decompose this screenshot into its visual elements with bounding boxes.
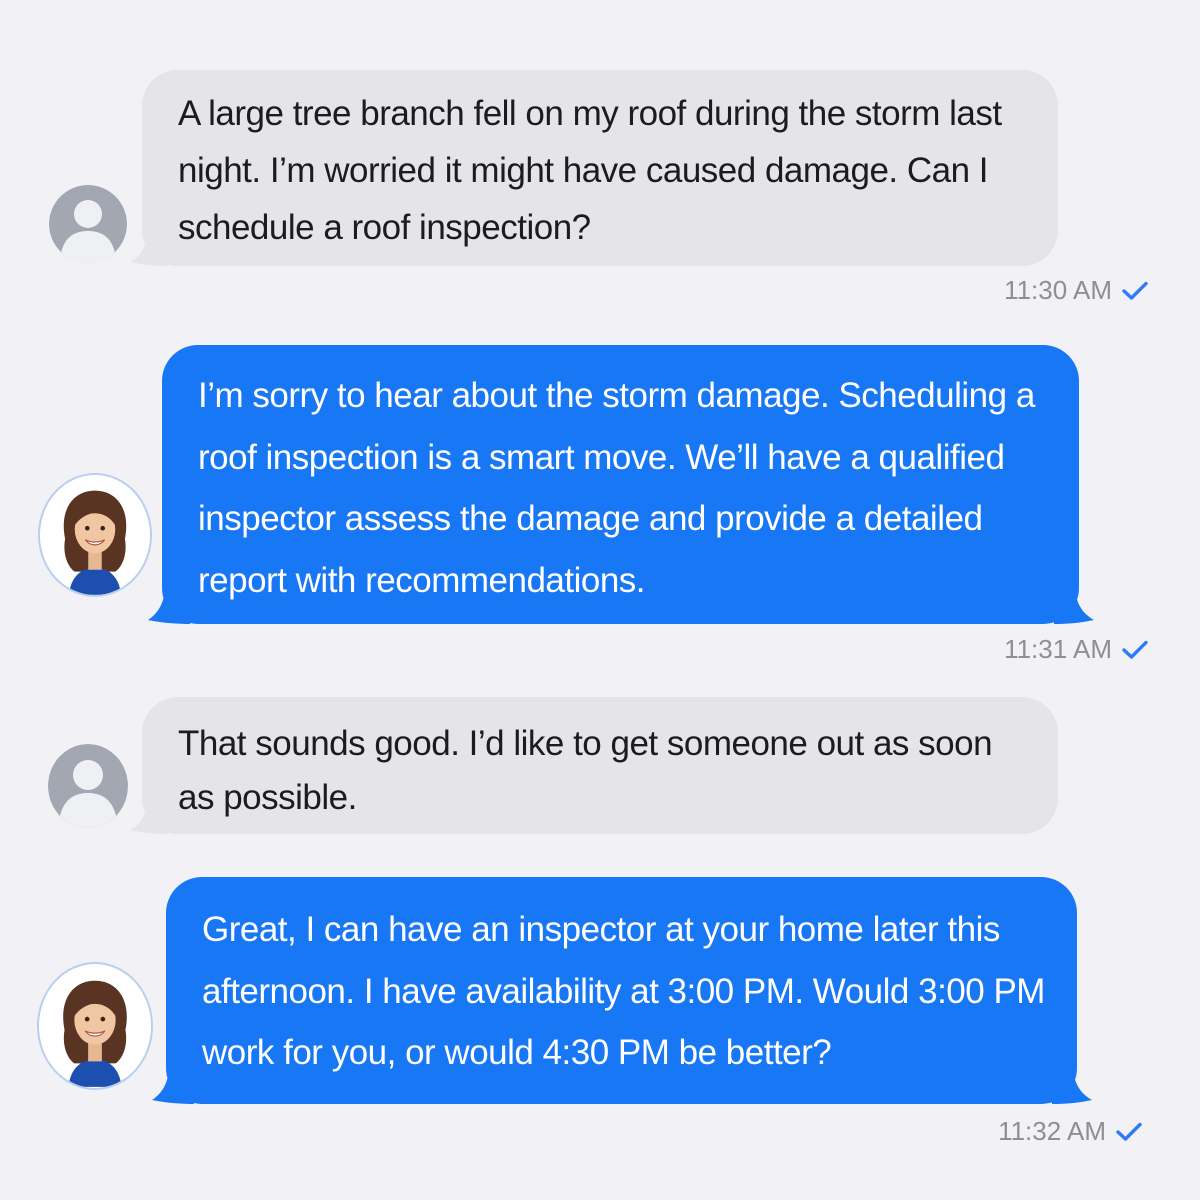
agent-photo-icon[interactable] (37, 962, 153, 1090)
message-timestamp: 11:32 AM (998, 1116, 1106, 1146)
message-meta: 11:32 AM (998, 1116, 1142, 1147)
message-timestamp: 11:30 AM (1004, 275, 1112, 305)
checkmark-icon (1122, 640, 1148, 659)
message-text: That sounds good. I’d like to get someon… (178, 724, 993, 817)
message-bubble[interactable]: I’m sorry to hear about the storm damage… (162, 345, 1079, 624)
message-bubble[interactable]: A large tree branch fell on my roof duri… (142, 70, 1058, 266)
message-text: Great, I can have an inspector at your h… (202, 910, 1045, 1072)
message-timestamp: 11:31 AM (1004, 634, 1112, 664)
message-bubble[interactable]: Great, I can have an inspector at your h… (166, 877, 1077, 1104)
chat-thread: A large tree branch fell on my roof duri… (0, 0, 1200, 1200)
default-user-icon[interactable] (49, 185, 127, 263)
agent-photo-icon[interactable] (38, 473, 152, 597)
message-bubble[interactable]: That sounds good. I’d like to get someon… (142, 697, 1058, 834)
message-meta: 11:31 AM (1004, 634, 1148, 665)
message-meta: 11:30 AM (1004, 275, 1148, 306)
message-text: A large tree branch fell on my roof duri… (178, 94, 1002, 247)
checkmark-icon (1122, 281, 1148, 300)
checkmark-icon (1116, 1122, 1142, 1141)
message-text: I’m sorry to hear about the storm damage… (198, 376, 1035, 600)
default-user-icon[interactable] (48, 744, 128, 828)
